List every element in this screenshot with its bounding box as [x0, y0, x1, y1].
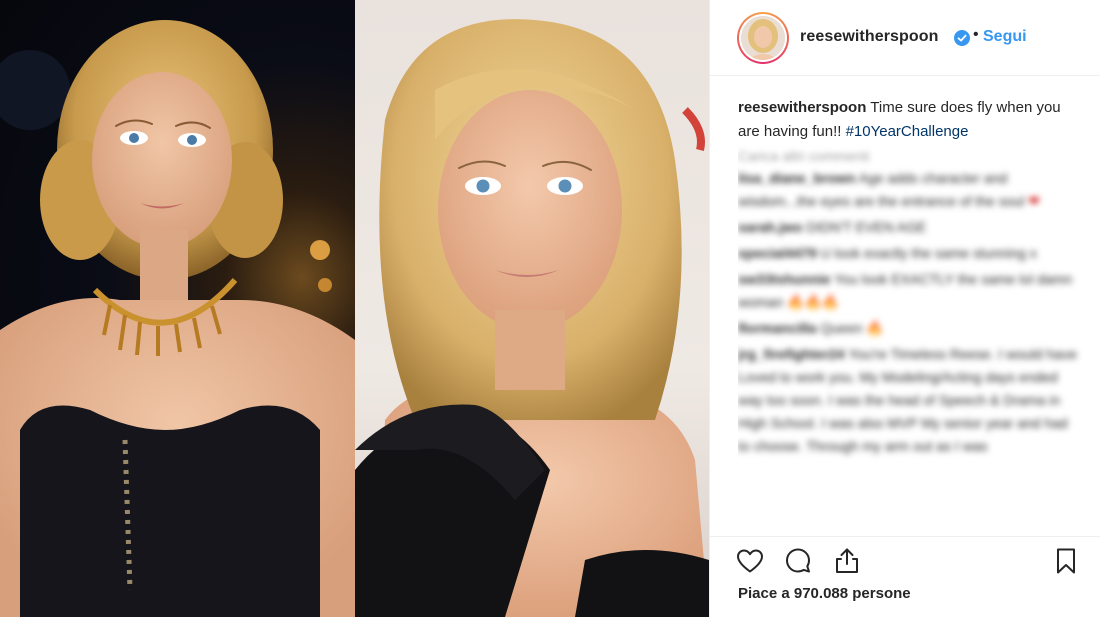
photo-then	[0, 0, 355, 617]
comment-text: Queen	[820, 320, 863, 336]
comment-item: lisa_diane_brown Age adds character and …	[738, 167, 1083, 213]
post-sidebar: reesewitherspoon • Segui reesewitherspoo…	[709, 0, 1100, 617]
avatar-story-ring[interactable]	[737, 12, 789, 64]
comment-username[interactable]: lisa_diane_brown	[738, 170, 855, 186]
comment-item: flormancilla Queen 🔥	[738, 317, 1083, 340]
comment-username[interactable]: jrg_firefighter24	[738, 346, 845, 362]
verified-badge-icon	[954, 30, 970, 46]
comment-text: You're Timeless Reese. I would have Love…	[738, 346, 1077, 454]
avatar[interactable]	[741, 16, 785, 60]
comment-username[interactable]: sarah.jwo	[738, 219, 803, 235]
comment-item: jrg_firefighter24 You're Timeless Reese.…	[738, 343, 1083, 458]
portrait-then-illustration	[0, 20, 355, 617]
comment-username[interactable]: sw33tshunnie	[738, 271, 831, 287]
comment-item: special4479 U look exactly the same stun…	[738, 242, 1083, 265]
photo-now	[355, 0, 709, 617]
post-username[interactable]: reesewitherspoon	[800, 28, 939, 46]
comment-emoji: 🔥	[866, 320, 884, 336]
share-upload-icon[interactable]	[832, 546, 862, 576]
portrait-now-illustration	[355, 19, 709, 617]
comment-username[interactable]: flormancilla	[738, 320, 817, 336]
caption-hashtag[interactable]: #10YearChallenge	[846, 123, 969, 140]
post-actions-bar	[710, 536, 1100, 582]
photo-collage	[0, 0, 709, 617]
heart-outline-icon[interactable]	[735, 546, 765, 576]
bookmark-icon[interactable]	[1051, 546, 1081, 576]
load-more-comments[interactable]: Carica altri commenti	[738, 148, 1083, 164]
likes-count[interactable]: Piace a 970.088 persone	[738, 585, 911, 602]
comment-username[interactable]: special4479	[738, 245, 817, 261]
comment-item: sw33tshunnie You look EXACTLY the same l…	[738, 268, 1083, 314]
comment-emoji: 🔥🔥🔥	[787, 294, 840, 310]
follow-button[interactable]: Segui	[983, 28, 1027, 46]
post-caption: reesewitherspoon Time sure does fly when…	[738, 96, 1083, 144]
post-header: reesewitherspoon • Segui	[710, 0, 1100, 76]
comment-item: sarah.jwo DIDN'T EVEN AGE	[738, 216, 1083, 239]
comment-text: DIDN'T EVEN AGE	[806, 219, 927, 235]
comment-bubble-icon[interactable]	[783, 546, 813, 576]
comments-list[interactable]: reesewitherspoon Time sure does fly when…	[738, 96, 1083, 536]
comment-emoji: ❤	[1028, 193, 1041, 209]
comment-text: U look exactly the same stunning x	[820, 245, 1037, 261]
caption-username[interactable]: reesewitherspoon	[738, 99, 866, 116]
header-separator: •	[973, 26, 979, 43]
